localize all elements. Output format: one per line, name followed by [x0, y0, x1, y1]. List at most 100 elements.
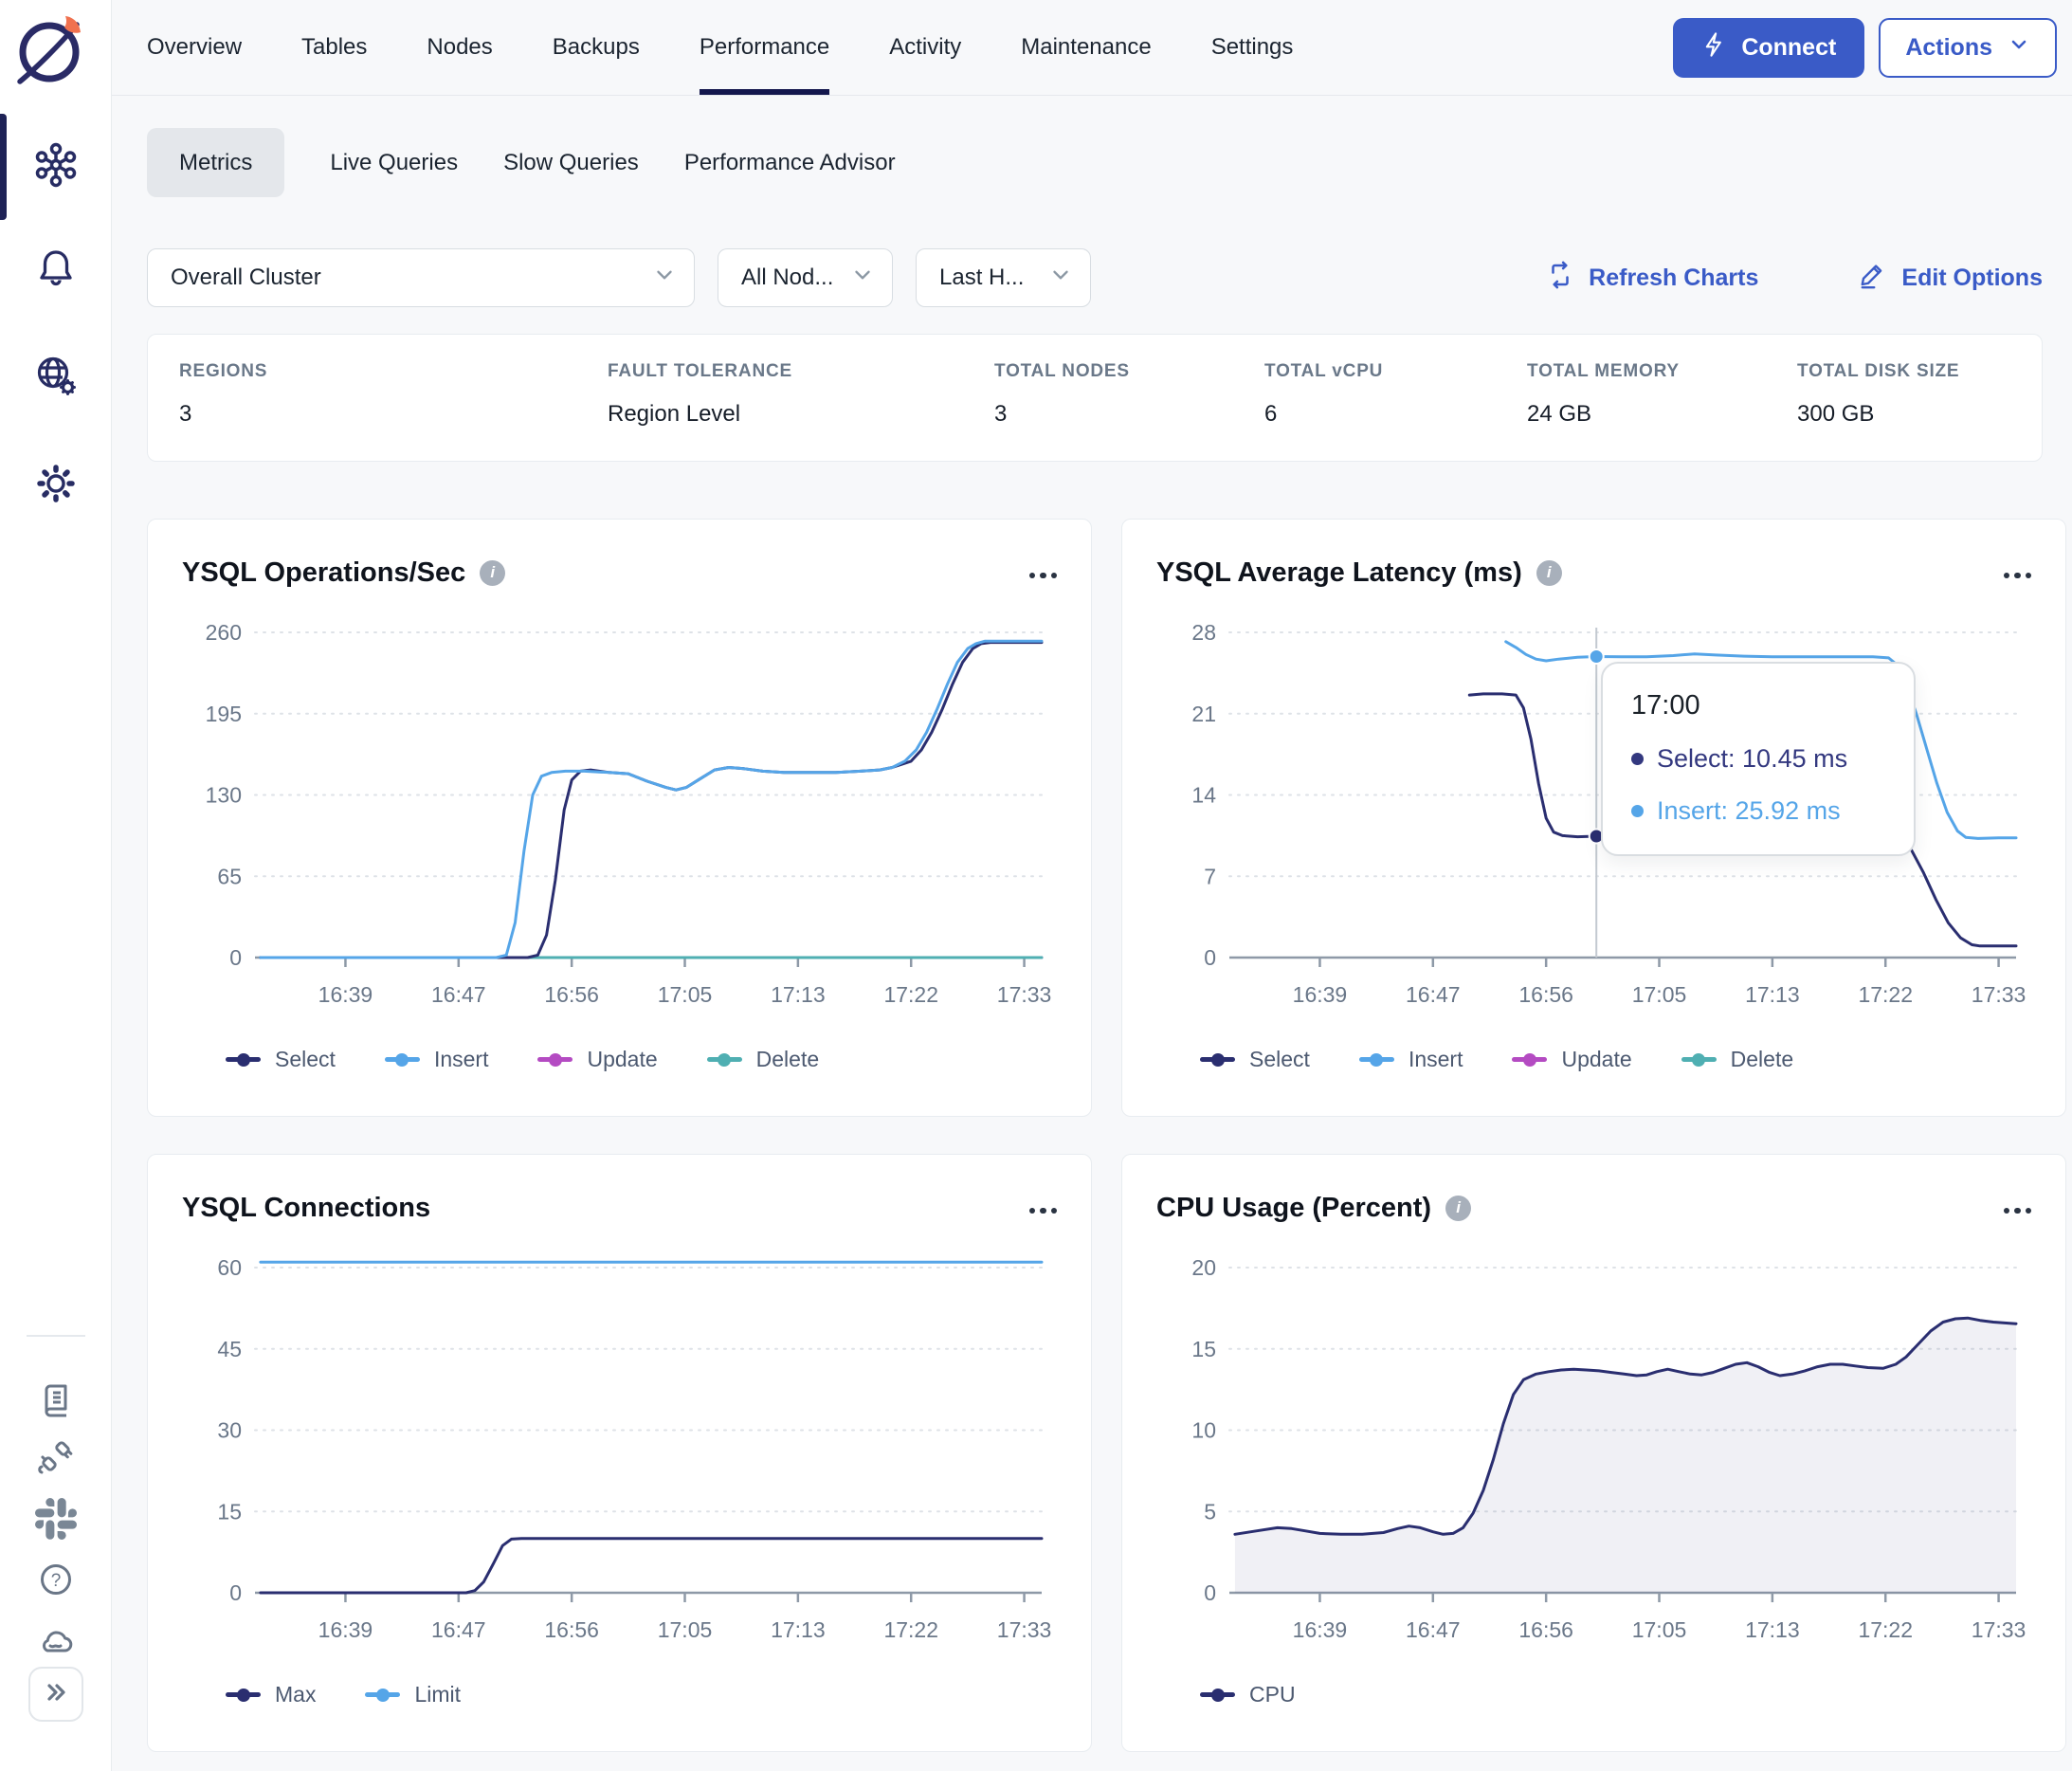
- legend-item[interactable]: Select: [1200, 1047, 1310, 1072]
- stat-label: TOTAL NODES: [994, 361, 1130, 381]
- legend-item[interactable]: Delete: [1681, 1047, 1793, 1072]
- nav-tab[interactable]: Overview: [147, 0, 242, 95]
- stat-value: Region Level: [608, 401, 741, 427]
- legend-item[interactable]: Limit: [365, 1682, 461, 1707]
- summary-stat: FAULT TOLERANCE Region Level: [608, 361, 994, 461]
- sidebar-item-clusters[interactable]: [31, 142, 81, 192]
- chart-plot[interactable]: 0 65 130 195 260 16:39 16:47 16:56 17:05 17:13 17:…: [155, 599, 1057, 1045]
- svg-text:16:47: 16:47: [431, 982, 486, 1007]
- info-icon[interactable]: i: [1536, 559, 1562, 586]
- cluster-select[interactable]: Overall Cluster: [147, 248, 695, 307]
- svg-text:7: 7: [1204, 864, 1216, 888]
- chart-card-cpu-usage: CPU Usage (Percent) i 0 5 10 15 20 16:39 16:47…: [1121, 1154, 2066, 1752]
- legend-item[interactable]: Select: [226, 1047, 336, 1072]
- svg-text:20: 20: [1191, 1255, 1216, 1280]
- cluster-summary-bar: REGIONS 3 FAULT TOLERANCE Region Level T…: [147, 334, 2043, 462]
- svg-text:21: 21: [1191, 702, 1216, 726]
- nav-tab[interactable]: Maintenance: [1021, 0, 1151, 95]
- chart-plot[interactable]: 0 5 10 15 20 16:39 16:47 16:56 17:05 17:13 17:22 17…: [1130, 1234, 2031, 1680]
- subtab[interactable]: Live Queries: [330, 128, 458, 197]
- legend-item[interactable]: CPU: [1200, 1682, 1296, 1707]
- svg-text:16:39: 16:39: [318, 982, 373, 1007]
- legend-item[interactable]: Update: [537, 1047, 658, 1072]
- connect-button[interactable]: Connect: [1673, 17, 1865, 78]
- svg-text:195: 195: [206, 702, 242, 726]
- stat-value: 6: [1264, 401, 1278, 427]
- svg-text:16:39: 16:39: [318, 1617, 373, 1642]
- legend-item[interactable]: Delete: [706, 1047, 819, 1072]
- svg-text:16:47: 16:47: [1406, 1617, 1461, 1642]
- sidebar-item-help[interactable]: ?: [31, 1557, 81, 1606]
- nav-tab[interactable]: Activity: [889, 0, 961, 95]
- subtab[interactable]: Performance Advisor: [684, 128, 896, 197]
- svg-text:17:05: 17:05: [658, 1617, 713, 1642]
- svg-text:17:33: 17:33: [1972, 1617, 2027, 1642]
- sidebar-active-indicator: [0, 114, 7, 220]
- more-menu-icon[interactable]: [1028, 567, 1057, 579]
- svg-text:?: ?: [50, 1571, 61, 1591]
- info-icon[interactable]: i: [1445, 1195, 1472, 1221]
- nav-tab[interactable]: Performance: [699, 0, 830, 95]
- nav-tab[interactable]: Nodes: [427, 0, 492, 95]
- sidebar-item-integrations[interactable]: [31, 1435, 81, 1485]
- top-navigation: Overview Tables Nodes Backups Performanc…: [112, 0, 2072, 96]
- sidebar-expand-button[interactable]: [28, 1667, 83, 1722]
- svg-text:17:13: 17:13: [771, 1617, 826, 1642]
- tooltip-time: 17:00: [1631, 690, 1700, 721]
- legend-item[interactable]: Max: [226, 1682, 316, 1707]
- edit-options-link[interactable]: Edit Options: [1859, 261, 2043, 296]
- svg-text:17:22: 17:22: [883, 1617, 938, 1642]
- chart-legend: Select Insert Update Delete: [226, 1047, 1057, 1072]
- nav-tab[interactable]: Tables: [301, 0, 367, 95]
- legend-item[interactable]: Insert: [1358, 1047, 1463, 1072]
- chart-legend: CPU: [1200, 1682, 2031, 1707]
- actions-button[interactable]: Actions: [1879, 17, 2057, 78]
- info-icon[interactable]: i: [480, 559, 506, 586]
- nodes-select[interactable]: All Nod...: [718, 248, 893, 307]
- main-content: Overview Tables Nodes Backups Performanc…: [112, 0, 2072, 1771]
- refresh-charts-link[interactable]: Refresh Charts: [1546, 261, 1758, 296]
- more-menu-icon[interactable]: [1028, 1202, 1057, 1214]
- svg-text:15: 15: [217, 1499, 242, 1524]
- metrics-subtabs: Metrics Live Queries Slow Queries Perfor…: [147, 128, 2072, 197]
- chevron-down-icon: [652, 263, 677, 294]
- sidebar-item-cloud-status[interactable]: [31, 1617, 81, 1667]
- svg-text:17:22: 17:22: [1858, 1617, 1913, 1642]
- svg-text:130: 130: [206, 783, 242, 808]
- yugabyte-logo[interactable]: [11, 9, 91, 89]
- nav-tab[interactable]: Backups: [553, 0, 640, 95]
- stat-value: 300 GB: [1797, 401, 1875, 427]
- globe-gear-icon: [32, 352, 80, 404]
- stat-label: REGIONS: [179, 361, 268, 381]
- help-icon: ?: [34, 1558, 78, 1606]
- chart-card-ysql-connections: YSQL Connections i 01530456016:3916:4716…: [147, 1154, 1092, 1752]
- sidebar-item-settings[interactable]: [31, 461, 81, 510]
- subtab[interactable]: Metrics: [147, 128, 285, 197]
- legend-item[interactable]: Update: [1512, 1047, 1632, 1072]
- svg-text:14: 14: [1191, 783, 1216, 808]
- sidebar-item-docs[interactable]: [31, 1377, 81, 1426]
- slack-icon: [34, 1497, 77, 1544]
- chart-title: YSQL Connections: [182, 1192, 431, 1223]
- nav-tab[interactable]: Settings: [1211, 0, 1294, 95]
- subtab[interactable]: Slow Queries: [503, 128, 639, 197]
- sidebar-item-regions[interactable]: [31, 353, 81, 402]
- sidebar-item-alerts[interactable]: [31, 245, 81, 294]
- sidebar-item-slack[interactable]: [31, 1496, 81, 1545]
- svg-text:17:13: 17:13: [1745, 1617, 1800, 1642]
- legend-item[interactable]: Insert: [384, 1047, 488, 1072]
- more-menu-icon[interactable]: [2003, 1202, 2031, 1214]
- time-range-select[interactable]: Last H...: [916, 248, 1091, 307]
- svg-text:17:22: 17:22: [1858, 982, 1913, 1007]
- svg-text:0: 0: [1204, 945, 1216, 970]
- svg-text:0: 0: [1204, 1580, 1216, 1605]
- svg-text:30: 30: [217, 1418, 242, 1443]
- stat-value: 3: [994, 401, 1008, 427]
- charts-grid: YSQL Operations/Sec i 0 65 130 195 260 16:39 1…: [112, 462, 2072, 1752]
- svg-text:16:47: 16:47: [1406, 982, 1461, 1007]
- svg-text:16:47: 16:47: [431, 1617, 486, 1642]
- pencil-icon: [1859, 261, 1887, 296]
- chart-plot[interactable]: 0 15 30 45 60 16:39 16:47 16:56 17:05 17:13 17:22 1…: [155, 1234, 1057, 1680]
- more-menu-icon[interactable]: [2003, 567, 2031, 579]
- svg-text:10: 10: [1191, 1418, 1216, 1443]
